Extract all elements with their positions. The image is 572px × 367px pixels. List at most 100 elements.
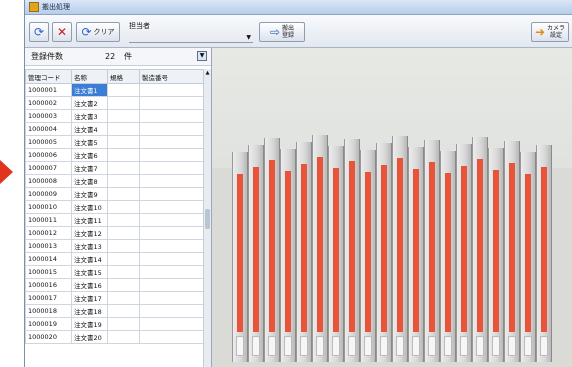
binder-spine-label — [397, 158, 403, 332]
cell-name: 注文書3 — [71, 109, 108, 123]
cell-code: 1000004 — [25, 122, 72, 136]
table-row[interactable]: 1000003 注文書3 — [25, 109, 204, 123]
table-row[interactable]: 1000015 注文書15 — [25, 265, 204, 279]
table-row[interactable]: 1000017 注文書17 — [25, 291, 204, 305]
toolbar: ⟳ ✕ ⟳ クリア 担当者 ▼ ⇨ 搬出 登録 ➜ カメラ 設定 — [25, 15, 572, 48]
binder-spine-label — [381, 165, 387, 332]
cell-serial — [139, 122, 204, 136]
camera-settings-button[interactable]: ➜ カメラ 設定 — [531, 22, 569, 42]
table-row[interactable]: 1000002 注文書2 — [25, 96, 204, 110]
binder-spine-label — [541, 167, 547, 332]
binder-spine-label — [365, 172, 371, 332]
column-header-serial[interactable]: 製造番号 — [139, 69, 204, 84]
table-row[interactable]: 1000005 注文書5 — [25, 135, 204, 149]
scroll-up-icon[interactable]: ▲ — [204, 69, 211, 77]
binder-spine-label — [509, 163, 515, 332]
cell-spec — [107, 291, 140, 305]
cell-serial — [139, 265, 204, 279]
camera-label-line1: カメラ — [547, 25, 566, 32]
table-row[interactable]: 1000008 注文書8 — [25, 174, 204, 188]
binder-barcode — [348, 336, 356, 356]
cell-spec — [107, 226, 140, 240]
binder-spine-label — [253, 167, 259, 332]
assignee-select[interactable]: ▼ — [129, 33, 253, 43]
binder-spine-label — [525, 174, 531, 332]
cell-code: 1000014 — [25, 252, 72, 266]
filter-dropdown-icon[interactable]: ▼ — [197, 51, 207, 61]
binder-spine — [280, 149, 296, 362]
table-row[interactable]: 1000020 注文書20 — [25, 330, 204, 344]
cell-code: 1000008 — [25, 174, 72, 188]
table-row[interactable]: 1000007 注文書7 — [25, 161, 204, 175]
binder-spine-label — [349, 161, 355, 332]
table-row[interactable]: 1000011 注文書11 — [25, 213, 204, 227]
cell-name: 注文書19 — [71, 317, 108, 331]
table-row[interactable]: 1000010 注文書10 — [25, 200, 204, 214]
table-row[interactable]: 1000014 注文書14 — [25, 252, 204, 266]
export-register-button[interactable]: ⇨ 搬出 登録 — [259, 22, 305, 42]
cell-serial — [139, 226, 204, 240]
window-title: 搬出処理 — [42, 3, 70, 11]
table-row[interactable]: 1000018 注文書18 — [25, 304, 204, 318]
cell-spec — [107, 213, 140, 227]
cell-name: 注文書20 — [71, 330, 108, 344]
cell-name: 注文書10 — [71, 200, 108, 214]
column-header-code[interactable]: 管理コード — [25, 69, 72, 84]
title-bar: 搬出処理 — [25, 0, 572, 15]
table-row[interactable]: 1000012 注文書12 — [25, 226, 204, 240]
count-bar: 登録件数 22 件 ▼ — [25, 48, 211, 66]
cell-name: 注文書9 — [71, 187, 108, 201]
cell-spec — [107, 239, 140, 253]
binder-barcode — [444, 336, 452, 356]
assignee-label: 担当者 — [129, 22, 150, 30]
binder-row-image — [232, 122, 552, 362]
table-row[interactable]: 1000019 注文書19 — [25, 317, 204, 331]
cell-code: 1000013 — [25, 239, 72, 253]
table-scrollbar[interactable]: ▲ — [203, 69, 211, 367]
cell-serial — [139, 330, 204, 344]
camera-arrow-icon: ➜ — [534, 25, 546, 39]
cell-serial — [139, 148, 204, 162]
cell-name: 注文書4 — [71, 122, 108, 136]
table-row[interactable]: 1000009 注文書9 — [25, 187, 204, 201]
cell-code: 1000010 — [25, 200, 72, 214]
cell-spec — [107, 122, 140, 136]
table-row[interactable]: 1000013 注文書13 — [25, 239, 204, 253]
cell-serial — [139, 278, 204, 292]
refresh-button[interactable]: ⟳ — [29, 22, 49, 42]
cell-code: 1000018 — [25, 304, 72, 318]
table-row[interactable]: 1000004 注文書4 — [25, 122, 204, 136]
count-unit: 件 — [124, 52, 132, 61]
cell-spec — [107, 317, 140, 331]
cell-code: 1000005 — [25, 135, 72, 149]
clear-button[interactable]: ⟳ クリア — [76, 22, 120, 42]
cell-serial — [139, 291, 204, 305]
cell-spec — [107, 161, 140, 175]
binder-spine — [472, 137, 488, 362]
cell-spec — [107, 96, 140, 110]
table-row[interactable]: 1000016 注文書16 — [25, 278, 204, 292]
column-header-spec[interactable]: 規格 — [107, 69, 140, 84]
binder-spine — [264, 138, 280, 362]
table-row[interactable]: 1000001 注文書1 — [25, 83, 204, 97]
delete-button[interactable]: ✕ — [52, 22, 72, 42]
cell-serial — [139, 83, 204, 97]
binder-spine-label — [445, 173, 451, 332]
binder-barcode — [540, 336, 548, 356]
table-row[interactable]: 1000006 注文書6 — [25, 148, 204, 162]
cell-spec — [107, 135, 140, 149]
binder-spine — [424, 140, 440, 362]
cell-name: 注文書13 — [71, 239, 108, 253]
cell-name: 注文書14 — [71, 252, 108, 266]
binder-barcode — [284, 336, 292, 356]
binder-spine — [312, 135, 328, 362]
cell-code: 1000017 — [25, 291, 72, 305]
binder-barcode — [332, 336, 340, 356]
binder-barcode — [476, 336, 484, 356]
count-label: 登録件数 — [31, 52, 63, 61]
cell-code: 1000012 — [25, 226, 72, 240]
column-header-name[interactable]: 名称 — [71, 69, 108, 84]
binder-spine — [360, 150, 376, 362]
binder-spine — [440, 151, 456, 362]
scrollbar-thumb[interactable] — [205, 209, 210, 229]
